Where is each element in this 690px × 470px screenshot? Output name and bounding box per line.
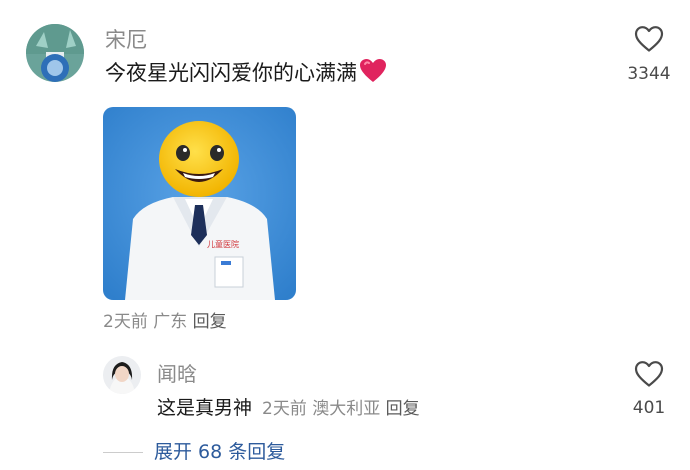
- reply-row: 这是真男神 2天前 澳大利亚 回复: [157, 394, 420, 422]
- reply-meta: 2天前 澳大利亚 回复: [262, 399, 420, 419]
- comment-text-row: 今夜星光闪闪爱你的心满满: [105, 58, 387, 92]
- reply-reply-button[interactable]: 回复: [386, 399, 420, 419]
- comment-image[interactable]: 儿童医院: [103, 107, 296, 300]
- reply-like-button[interactable]: [634, 360, 664, 392]
- avatar[interactable]: [26, 24, 84, 82]
- reply-username[interactable]: 闻晗: [157, 360, 197, 388]
- reply-time: 2天前: [262, 399, 307, 419]
- heart-outline-icon: [634, 361, 664, 387]
- comment-location: 广东: [153, 312, 188, 332]
- comment-reply-button[interactable]: 回复: [193, 312, 227, 332]
- reply-like-count: 401: [632, 398, 666, 418]
- comment-username[interactable]: 宋厄: [105, 26, 147, 54]
- expand-divider: [103, 452, 143, 453]
- comment-meta: 2天前 广东 回复: [103, 310, 227, 334]
- reply-avatar[interactable]: [103, 356, 141, 394]
- comment-like-button[interactable]: [634, 25, 664, 57]
- reply-location: 澳大利亚: [312, 399, 381, 419]
- comment-like-count: 3344: [627, 64, 671, 84]
- reply-text: 这是真男神: [157, 397, 253, 419]
- svg-text:儿童医院: 儿童医院: [207, 239, 239, 249]
- comment-time: 2天前: [103, 312, 148, 332]
- heart-emoji-icon: [359, 58, 387, 92]
- heart-outline-icon: [634, 26, 664, 52]
- comment-text: 今夜星光闪闪爱你的心满满: [105, 61, 357, 85]
- expand-replies-button[interactable]: 展开 68 条回复: [154, 438, 285, 466]
